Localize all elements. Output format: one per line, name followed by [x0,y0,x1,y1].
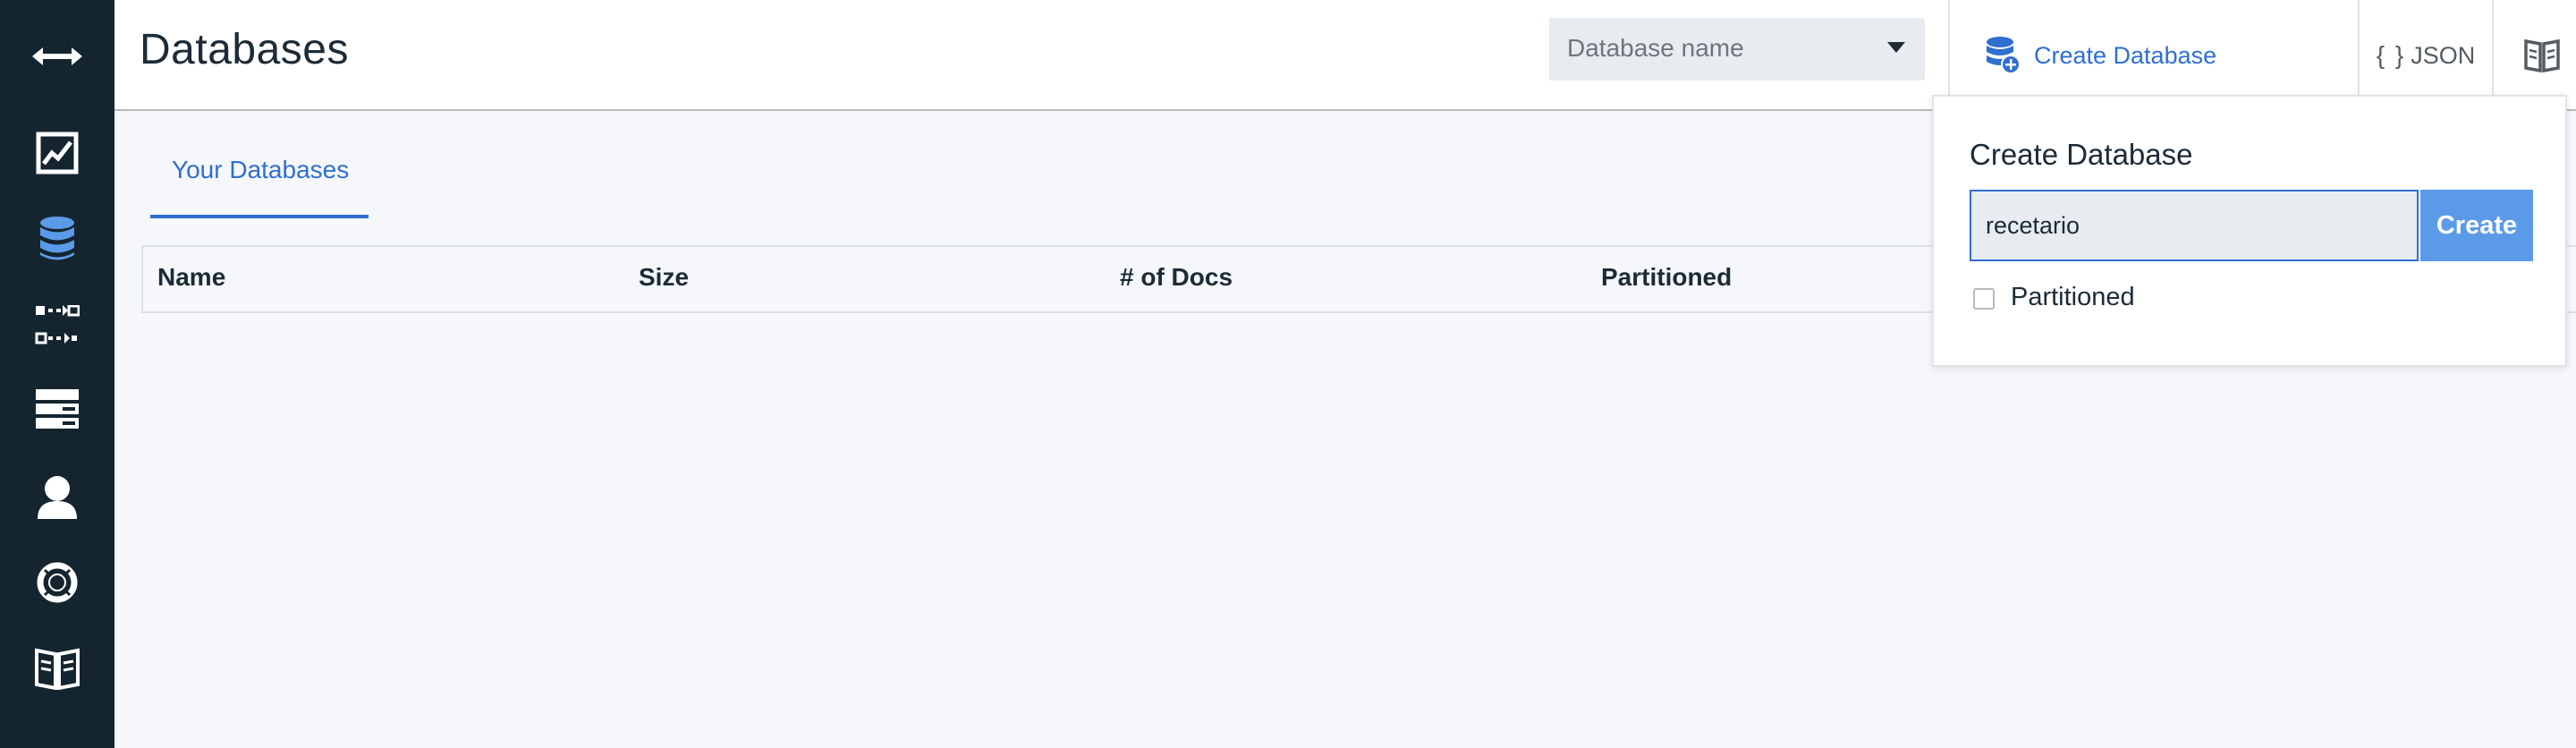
sidebar-nav [0,0,114,748]
braces-icon: { } [2376,41,2406,69]
database-add-icon [1987,37,2021,74]
partitioned-checkbox[interactable] [1973,288,1995,310]
sidebar-item-replication[interactable] [0,285,114,365]
book-icon [2524,38,2560,72]
replication-icon [35,305,80,344]
database-name-select[interactable]: Database name [1549,18,1925,81]
collapse-arrows-icon [32,47,82,65]
caret-down-icon [1887,42,1905,53]
sidebar-item-activity[interactable] [0,113,114,193]
tab-your-databases-label: Your Databases [172,156,350,183]
popover-title: Create Database [1970,138,2193,171]
column-header-size[interactable]: Size [639,263,689,292]
user-icon [38,476,77,519]
sidebar-item-support[interactable] [0,542,114,623]
create-button[interactable]: Create [2420,190,2533,261]
server-rack-icon [36,389,79,429]
column-header-name[interactable]: Name [157,263,225,292]
tab-your-databases[interactable]: Your Databases [150,143,369,218]
database-name-input[interactable] [1970,190,2419,261]
sidebar-item-docs[interactable] [0,628,114,709]
create-database-popover: Create Database Create Partitioned [1932,95,2567,367]
create-database-label: Create Database [2034,41,2217,69]
database-icon [40,217,74,260]
activity-chart-icon [36,132,79,174]
sidebar-item-setup[interactable] [0,369,114,449]
column-header-partitioned[interactable]: Partitioned [1601,263,1732,292]
database-name-placeholder: Database name [1567,34,1744,62]
sidebar-toggle[interactable] [0,16,114,97]
json-label: JSON [2411,41,2476,69]
sidebar-item-databases[interactable] [0,199,114,279]
column-header-docs[interactable]: # of Docs [1120,263,1233,292]
partitioned-label: Partitioned [2011,283,2135,311]
page-title: Databases [140,26,349,73]
book-icon [35,648,80,690]
lifebuoy-icon [37,562,78,603]
sidebar-item-users[interactable] [0,456,114,537]
